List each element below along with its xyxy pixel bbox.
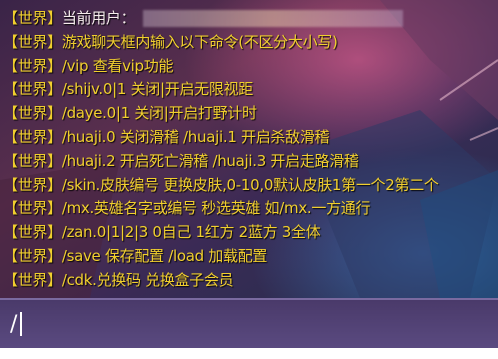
chat-message: 游戏聊天框内输入以下命令(不区分大小写) — [61, 32, 338, 51]
chat-line: 【世界】/cdk.兑换码 兑换盒子会员 — [3, 269, 498, 293]
chat-line: 【世界】/huaji.2 开启死亡滑稽 /huaji.3 开启走路滑稽 — [3, 150, 498, 174]
channel-tag: 【世界】 — [3, 223, 62, 242]
chat-log: 【世界】当前用户： 【世界】游戏聊天框内输入以下命令(不区分大小写) 【世界】/… — [0, 0, 498, 298]
chat-line: 【世界】游戏聊天框内输入以下命令(不区分大小写) — [3, 31, 498, 55]
channel-tag: 【世界】 — [3, 56, 62, 75]
channel-tag: 【世界】 — [3, 80, 62, 99]
chat-message: /shijv.0|1 关闭|开启无限视距 — [61, 80, 253, 99]
chat-line: 【世界】/huaji.0 关闭滑稽 /huaji.1 开启杀敌滑稽 — [3, 126, 498, 150]
channel-tag: 【世界】 — [3, 127, 62, 146]
chat-message: /huaji.2 开启死亡滑稽 /huaji.3 开启走路滑稽 — [61, 151, 359, 170]
chat-message: /huaji.0 关闭滑稽 /huaji.1 开启杀敌滑稽 — [61, 127, 330, 146]
chat-message: /vip 查看vip功能 — [61, 56, 174, 75]
chat-line: 【世界】/shijv.0|1 关闭|开启无限视距 — [3, 78, 498, 102]
channel-tag: 【世界】 — [3, 199, 62, 218]
chat-message: /zan.0|1|2|3 0自己 1红方 2蓝方 3全体 — [61, 223, 321, 242]
channel-tag: 【世界】 — [3, 32, 62, 51]
bottom-strip — [0, 348, 498, 359]
channel-tag: 【世界】 — [3, 270, 62, 289]
chat-input-bar — [0, 298, 498, 348]
channel-tag: 【世界】 — [3, 246, 62, 265]
chat-message: /skin.皮肤编号 更换皮肤,0-10,0默认皮肤1第一个2第二个 — [61, 175, 439, 194]
chat-input[interactable] — [6, 306, 490, 342]
chat-message: 当前用户： — [61, 9, 136, 27]
channel-tag: 【世界】 — [3, 151, 62, 170]
chat-line: 【世界】/mx.英雄名字或编号 秒选英雄 如/mx.一方通行 — [3, 197, 498, 221]
chat-line: 【世界】/daye.0|1 关闭|开启打野计时 — [3, 102, 498, 126]
chat-line: 【世界】/vip 查看vip功能 — [3, 55, 498, 79]
redacted-username — [143, 10, 404, 27]
channel-tag: 【世界】 — [3, 9, 62, 27]
chat-message: /mx.英雄名字或编号 秒选英雄 如/mx.一方通行 — [61, 199, 371, 218]
chat-message: /cdk.兑换码 兑换盒子会员 — [61, 270, 234, 289]
channel-tag: 【世界】 — [3, 175, 62, 194]
chat-line-user: 【世界】当前用户： — [3, 7, 498, 31]
chat-line: 【世界】/save 保存配置 /load 加载配置 — [3, 245, 498, 269]
game-chat-window: 【世界】当前用户： 【世界】游戏聊天框内输入以下命令(不区分大小写) 【世界】/… — [0, 0, 498, 359]
chat-line: 【世界】/skin.皮肤编号 更换皮肤,0-10,0默认皮肤1第一个2第二个 — [3, 174, 498, 198]
chat-message: /save 保存配置 /load 加载配置 — [61, 246, 268, 265]
text-caret — [20, 312, 22, 336]
chat-message: /daye.0|1 关闭|开启打野计时 — [61, 104, 257, 123]
chat-line: 【世界】/zan.0|1|2|3 0自己 1红方 2蓝方 3全体 — [3, 221, 498, 245]
channel-tag: 【世界】 — [3, 104, 62, 123]
